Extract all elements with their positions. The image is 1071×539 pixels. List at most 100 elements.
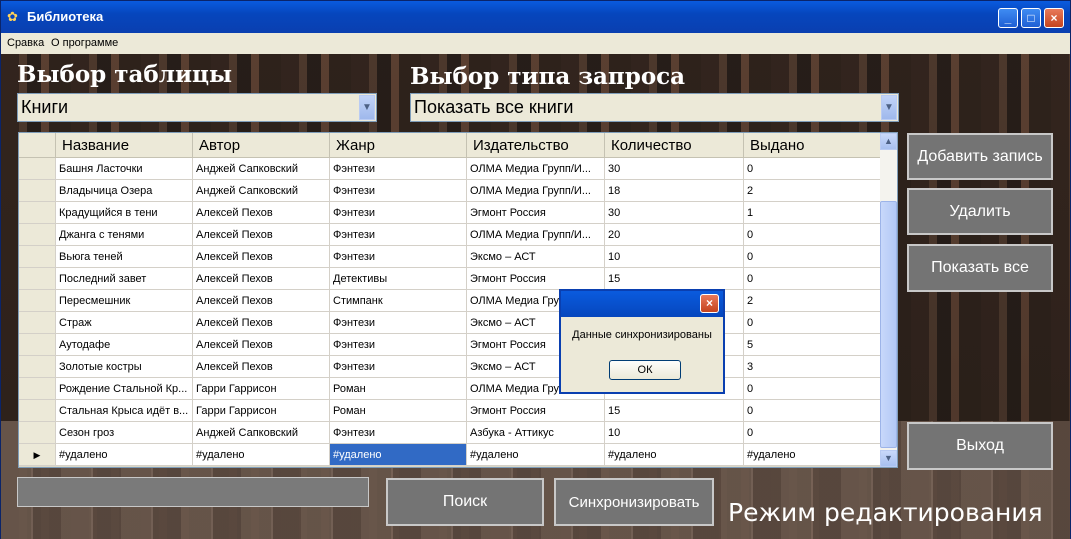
table-cell[interactable]: Башня Ласточки — [55, 157, 193, 180]
table-cell[interactable]: 2 — [743, 179, 883, 202]
table-cell[interactable]: #удалено — [743, 443, 883, 466]
table-cell[interactable]: Анджей Сапковский — [192, 421, 330, 444]
table-cell[interactable]: Страж — [55, 311, 193, 334]
table-select[interactable]: Книги ▼ — [17, 93, 377, 122]
table-cell[interactable]: 5 — [743, 333, 883, 356]
table-cell[interactable]: 0 — [743, 421, 883, 444]
add-record-button[interactable]: Добавить запись — [907, 133, 1053, 180]
table-cell[interactable]: 3 — [743, 355, 883, 378]
table-row[interactable]: Крадущийся в тени Алексей Пехов Фэнтези Эгм… — [19, 201, 883, 224]
table-cell[interactable]: 10 — [604, 245, 744, 268]
table-row[interactable]: Владычица Озера Анджей Сапковский Фэнтези О… — [19, 179, 883, 202]
dialog-title-bar[interactable]: × — [561, 291, 723, 317]
row-header[interactable] — [19, 223, 56, 246]
row-header[interactable] — [19, 355, 56, 378]
row-header[interactable] — [19, 377, 56, 400]
delete-button[interactable]: Удалить — [907, 188, 1053, 235]
table-cell[interactable]: Алексей Пехов — [192, 311, 330, 334]
row-header[interactable] — [19, 157, 56, 180]
table-cell[interactable]: Вьюга теней — [55, 245, 193, 268]
table-cell[interactable]: Фэнтези — [329, 421, 467, 444]
table-cell[interactable]: Роман — [329, 377, 467, 400]
table-row[interactable]: Золотые костры Алексей Пехов Фэнтези Эксмо … — [19, 355, 883, 378]
table-cell[interactable]: ОЛМА Медиа Групп/И... — [466, 157, 605, 180]
query-select[interactable]: Показать все книги ▼ — [410, 93, 899, 122]
table-cell[interactable]: 0 — [743, 399, 883, 422]
row-header[interactable] — [19, 201, 56, 224]
table-cell[interactable]: 0 — [743, 245, 883, 268]
row-header[interactable] — [19, 245, 56, 268]
table-row[interactable]: Последний завет Алексей Пехов Детективы Эгм… — [19, 267, 883, 290]
table-cell[interactable]: #удалено — [55, 443, 193, 466]
table-cell[interactable]: 20 — [604, 223, 744, 246]
column-header[interactable]: Количество — [604, 133, 744, 158]
table-row[interactable]: Сезон гроз Анджей Сапковский Фэнтези Азбука… — [19, 421, 883, 444]
table-cell[interactable]: Алексей Пехов — [192, 223, 330, 246]
table-cell[interactable]: 2 — [743, 289, 883, 312]
table-cell[interactable]: Фэнтези — [329, 179, 467, 202]
table-cell[interactable]: Алексей Пехов — [192, 355, 330, 378]
table-cell[interactable]: 30 — [604, 157, 744, 180]
table-cell[interactable]: Рождение Стальной Кр... — [55, 377, 193, 400]
maximize-button[interactable]: □ — [1021, 8, 1041, 28]
table-cell[interactable]: 30 — [604, 201, 744, 224]
table-row[interactable]: Рождение Стальной Кр... Гарри Гаррисон Ром… — [19, 377, 883, 400]
show-all-button[interactable]: Показать все — [907, 244, 1053, 292]
data-grid[interactable]: Название Автор Жанр Издательство Количество В… — [18, 132, 898, 468]
table-cell[interactable]: Стимпанк — [329, 289, 467, 312]
table-cell[interactable]: Анджей Сапковский — [192, 157, 330, 180]
table-cell[interactable]: Детективы — [329, 267, 467, 290]
table-cell[interactable]: Пересмешник — [55, 289, 193, 312]
table-cell[interactable]: #удалено — [192, 443, 330, 466]
column-header[interactable]: Название — [55, 133, 193, 158]
menu-item-about[interactable]: О программе — [51, 37, 118, 49]
table-row[interactable]: Вьюга теней Алексей Пехов Фэнтези Эксмо – А… — [19, 245, 883, 268]
menu-item-help[interactable]: Сравка — [7, 37, 44, 49]
column-header[interactable]: Выдано — [743, 133, 883, 158]
table-cell[interactable]: Эгмонт Россия — [466, 267, 605, 290]
table-cell[interactable]: Последний завет — [55, 267, 193, 290]
table-cell[interactable]: Фэнтези — [329, 245, 467, 268]
table-cell[interactable]: Аутодафе — [55, 333, 193, 356]
table-cell[interactable]: Гарри Гаррисон — [192, 399, 330, 422]
table-cell[interactable]: Фэнтези — [329, 311, 467, 334]
row-header[interactable] — [19, 421, 56, 444]
table-row[interactable]: ▶ #удалено #удалено #удалено #удалено #удален… — [19, 443, 883, 466]
table-cell[interactable]: Эксмо – АСТ — [466, 245, 605, 268]
table-cell[interactable]: #удалено — [604, 443, 744, 466]
table-cell[interactable]: 10 — [604, 421, 744, 444]
table-cell[interactable]: #удалено — [466, 443, 605, 466]
table-row[interactable]: Джанга с тенями Алексей Пехов Фэнтези ОЛМА … — [19, 223, 883, 246]
exit-button[interactable]: Выход — [907, 422, 1053, 470]
table-cell[interactable]: Крадущийся в тени — [55, 201, 193, 224]
table-cell[interactable]: Эгмонт Россия — [466, 399, 605, 422]
table-cell[interactable]: Алексей Пехов — [192, 333, 330, 356]
table-row[interactable]: Башня Ласточки Анджей Сапковский Фэнтези ОЛ… — [19, 157, 883, 180]
table-cell[interactable]: Джанга с тенями — [55, 223, 193, 246]
close-button[interactable]: × — [1044, 8, 1064, 28]
column-header[interactable]: Издательство — [466, 133, 605, 158]
table-cell[interactable]: Фэнтези — [329, 157, 467, 180]
table-cell[interactable]: Золотые костры — [55, 355, 193, 378]
table-cell[interactable]: Фэнтези — [329, 201, 467, 224]
table-cell[interactable]: Гарри Гаррисон — [192, 377, 330, 400]
ok-button[interactable]: ОК — [609, 360, 681, 380]
table-row[interactable]: Страж Алексей Пехов Фэнтези Эксмо – АСТ 0 — [19, 311, 883, 334]
row-header[interactable] — [19, 333, 56, 356]
table-cell[interactable]: Стальная Крыса идёт в... — [55, 399, 193, 422]
row-header[interactable] — [19, 399, 56, 422]
chevron-down-icon[interactable]: ▼ — [881, 95, 897, 120]
table-cell[interactable]: 15 — [604, 267, 744, 290]
table-cell[interactable]: Алексей Пехов — [192, 289, 330, 312]
vertical-scrollbar[interactable]: ▲ ▼ — [880, 133, 897, 467]
table-cell[interactable]: Фэнтези — [329, 223, 467, 246]
table-row[interactable]: Пересмешник Алексей Пехов Стимпанк ОЛМА Мед… — [19, 289, 883, 312]
table-cell[interactable]: Эгмонт Россия — [466, 201, 605, 224]
row-header[interactable] — [19, 179, 56, 202]
table-row[interactable]: Аутодафе Алексей Пехов Фэнтези Эгмонт Росси… — [19, 333, 883, 356]
table-row[interactable]: Стальная Крыса идёт в... Гарри Гаррисон Ро… — [19, 399, 883, 422]
arrow-down-icon[interactable]: ▼ — [880, 450, 897, 467]
table-cell[interactable]: Владычица Озера — [55, 179, 193, 202]
chevron-down-icon[interactable]: ▼ — [359, 95, 375, 120]
table-cell[interactable]: Алексей Пехов — [192, 267, 330, 290]
